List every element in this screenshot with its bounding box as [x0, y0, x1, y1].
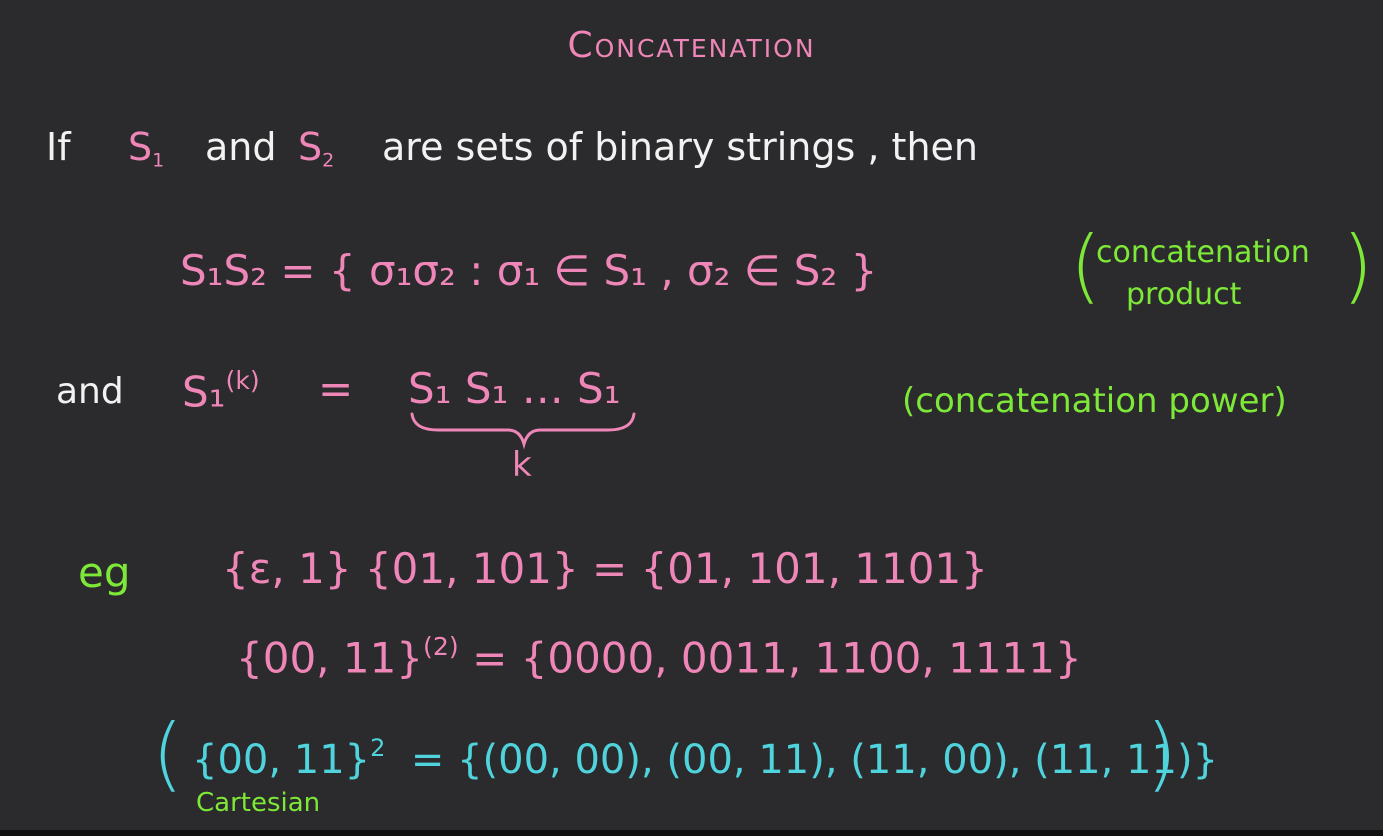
concatenation-product-definition: S₁S₂ = { σ₁σ₂ : σ₁ ∈ S₁ , σ₂ ∈ S₂ } [180, 246, 878, 295]
example-3-rhs: = {(00, 00), (00, 11), (11, 00), (11, 11… [410, 736, 1219, 783]
sentence-rest: are sets of binary strings , then [382, 125, 978, 169]
bottom-edge [0, 830, 1383, 836]
right-paren: ) [1342, 219, 1374, 312]
set-s1-letter: S [128, 125, 153, 169]
annotation-product: product [1126, 277, 1242, 312]
power-lhs-exponent: (k) [225, 366, 260, 395]
annotation-concatenation: concatenation [1096, 235, 1310, 270]
cartesian-label: Cartesian [196, 788, 321, 818]
set-s1-subscript: 1 [152, 149, 165, 172]
and-word-2: and [56, 371, 124, 412]
eg-label: eg [78, 548, 131, 597]
set-s2-letter: S [298, 125, 323, 169]
page-title: Concatenation [567, 25, 816, 66]
underbrace [410, 412, 636, 450]
set-s2: S2 [298, 128, 334, 171]
example-1: {ε, 1} {01, 101} = {01, 101, 1101} [222, 544, 988, 593]
power-lhs: S₁(k) [182, 368, 260, 414]
example-3: {00, 11}2 = {(00, 00), (00, 11), (11, 00… [192, 736, 1218, 780]
example-2-exponent: (2) [423, 632, 459, 661]
set-s2-subscript: 2 [322, 149, 335, 172]
example-2-lhs: {00, 11} [236, 633, 424, 683]
example-3-left-paren: ( [152, 707, 184, 800]
annotation-concatenation-power: (concatenation power) [902, 381, 1287, 421]
example-3-right-paren: ) [1146, 707, 1178, 800]
power-rhs: S₁ S₁ … S₁ [408, 364, 621, 413]
and-word: and [205, 125, 277, 169]
whiteboard-canvas: Concatenation If S1 and S2 are sets of b… [0, 0, 1383, 830]
example-2: {00, 11}(2) = {0000, 0011, 1100, 1111} [236, 634, 1082, 680]
example-3-exponent: 2 [370, 734, 386, 762]
example-2-rhs: = {0000, 0011, 1100, 1111} [472, 633, 1082, 683]
set-s1: S1 [128, 128, 164, 171]
power-lhs-set: S₁ [182, 367, 226, 417]
example-3-lhs: {00, 11} [192, 736, 371, 783]
power-equals: = [318, 364, 354, 413]
if-word: If [46, 125, 71, 169]
underbrace-label: k [512, 445, 532, 485]
